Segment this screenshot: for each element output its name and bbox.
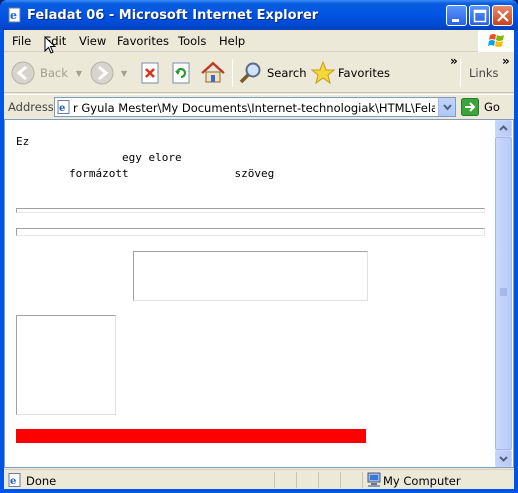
windows-logo bbox=[478, 30, 514, 52]
back-label: Back bbox=[40, 66, 68, 80]
svg-text:e: e bbox=[59, 103, 65, 114]
menu-file[interactable]: File bbox=[12, 34, 31, 48]
preformatted-text: Ez egy elore formázott szöveg bbox=[16, 134, 274, 182]
scroll-thumb[interactable] bbox=[495, 137, 512, 450]
svg-text:e: e bbox=[10, 476, 16, 487]
status-divider bbox=[274, 472, 275, 488]
favorites-label: Favorites bbox=[338, 66, 390, 80]
menu-tools[interactable]: Tools bbox=[178, 34, 206, 48]
chevron-down-icon bbox=[499, 456, 508, 462]
horizontal-rule-thick bbox=[16, 228, 485, 236]
maximize-icon bbox=[473, 9, 487, 23]
toolbar-chevron[interactable]: » bbox=[450, 54, 458, 68]
pre-line-2: egy elore bbox=[16, 151, 182, 164]
address-value[interactable]: r Gyula Mester\My Documents\Internet-tec… bbox=[73, 101, 435, 115]
address-bar: Address e r Gyula Mester\My Documents\In… bbox=[4, 94, 514, 118]
status-divider bbox=[340, 472, 341, 488]
status-text: Done bbox=[26, 474, 57, 488]
vertical-scrollbar[interactable] bbox=[495, 120, 512, 467]
toolbar-separator bbox=[232, 59, 233, 87]
web-page: Ez egy elore formázott szöveg bbox=[5, 120, 495, 467]
minimize-button[interactable] bbox=[446, 5, 467, 26]
favorites-star-icon bbox=[310, 60, 336, 85]
empty-wide-box bbox=[133, 251, 368, 301]
home-icon bbox=[201, 61, 225, 83]
ie-page-icon: e bbox=[8, 7, 21, 23]
page-done-icon: e bbox=[8, 473, 21, 487]
scroll-up-button[interactable] bbox=[495, 120, 512, 137]
title-bar[interactable]: e Feladat 06 - Microsoft Internet Explor… bbox=[0, 0, 518, 30]
pre-line-3: formázott szöveg bbox=[16, 167, 275, 180]
refresh-icon bbox=[172, 62, 190, 84]
back-arrow-icon bbox=[11, 61, 35, 85]
windows-flag-icon bbox=[488, 34, 504, 47]
menu-help[interactable]: Help bbox=[219, 34, 245, 48]
home-button[interactable] bbox=[200, 59, 226, 87]
search-label: Search bbox=[267, 66, 307, 80]
maximize-button[interactable] bbox=[469, 5, 490, 26]
status-divider bbox=[362, 472, 363, 488]
close-button[interactable] bbox=[492, 5, 513, 26]
empty-square-box bbox=[16, 315, 116, 415]
search-button[interactable]: Search bbox=[238, 59, 307, 87]
pre-line-1: Ez bbox=[16, 135, 30, 148]
ie-window: e Feladat 06 - Microsoft Internet Explor… bbox=[0, 0, 518, 493]
horizontal-rule bbox=[16, 208, 485, 213]
back-button[interactable]: Back ▼ bbox=[10, 59, 82, 87]
window-client: File Edit View Favorites Tools Help Back… bbox=[4, 30, 514, 489]
go-label: Go bbox=[484, 100, 500, 114]
forward-arrow-icon bbox=[90, 61, 114, 85]
status-divider bbox=[296, 472, 297, 488]
security-zone: My Computer bbox=[383, 474, 461, 488]
links-chevron[interactable]: » bbox=[502, 54, 510, 68]
go-arrow-icon bbox=[461, 98, 479, 116]
go-button[interactable]: Go bbox=[461, 98, 511, 116]
address-dropdown-button[interactable] bbox=[438, 98, 455, 116]
close-icon bbox=[497, 10, 509, 22]
status-bar: e Done My Computer bbox=[4, 469, 514, 489]
back-dropdown-icon[interactable]: ▼ bbox=[76, 69, 82, 78]
links-separator bbox=[460, 59, 461, 87]
refresh-button[interactable] bbox=[170, 59, 192, 87]
stop-icon bbox=[141, 62, 159, 84]
svg-text:e: e bbox=[10, 9, 17, 22]
menu-favorites[interactable]: Favorites bbox=[117, 34, 169, 48]
chevron-down-icon bbox=[443, 104, 452, 111]
scroll-down-button[interactable] bbox=[495, 450, 512, 467]
red-bar bbox=[16, 429, 366, 443]
standard-toolbar: Back ▼ ▼ Search Favorites » Links » bbox=[4, 53, 514, 93]
address-label: Address bbox=[8, 100, 54, 114]
page-icon: e bbox=[57, 100, 70, 114]
menu-view[interactable]: View bbox=[79, 34, 106, 48]
links-label[interactable]: Links bbox=[469, 66, 499, 80]
search-icon bbox=[239, 62, 261, 84]
favorites-button[interactable]: Favorites bbox=[310, 59, 390, 87]
window-title: Feladat 06 - Microsoft Internet Explorer bbox=[27, 8, 319, 23]
my-computer-icon bbox=[367, 472, 381, 487]
forward-button[interactable]: ▼ bbox=[89, 59, 127, 87]
forward-dropdown-icon[interactable]: ▼ bbox=[121, 69, 127, 78]
menu-bar: File Edit View Favorites Tools Help bbox=[4, 30, 514, 54]
status-divider bbox=[318, 472, 319, 488]
address-field[interactable]: e r Gyula Mester\My Documents\Internet-t… bbox=[54, 97, 456, 117]
browser-viewport: Ez egy elore formázott szöveg bbox=[4, 119, 514, 468]
grip-icon bbox=[500, 288, 507, 296]
minimize-icon bbox=[452, 19, 459, 22]
chevron-up-icon bbox=[499, 125, 508, 131]
stop-button[interactable] bbox=[139, 59, 161, 87]
